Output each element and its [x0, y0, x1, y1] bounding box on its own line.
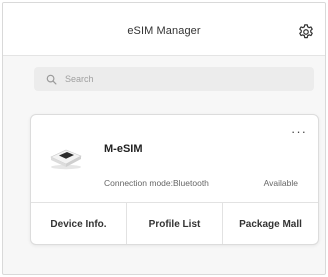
device-card[interactable]: M-eSIM ··· Connection mode:Bluetooth Ava…: [30, 114, 319, 245]
device-name: M-eSIM: [104, 143, 143, 155]
status-label: Available: [263, 178, 298, 188]
search-icon: [46, 74, 57, 84]
profile-list-button[interactable]: Profile List: [127, 203, 223, 244]
page-title: eSIM Manager: [127, 25, 201, 37]
more-options-button[interactable]: ···: [291, 125, 307, 138]
device-info-button[interactable]: Device Info.: [31, 203, 127, 244]
connection-mode: Connection mode:Bluetooth: [104, 178, 209, 188]
top-bar: eSIM Manager: [3, 3, 325, 56]
device-icon: [50, 149, 82, 170]
device-actions: Device Info. Profile List Package Mall: [31, 202, 318, 244]
app-window: eSIM Manager M-eSIM ··· Connection mode:…: [2, 2, 326, 275]
search-input[interactable]: [65, 74, 305, 84]
settings-button[interactable]: [297, 23, 315, 41]
search-bar[interactable]: [34, 67, 314, 91]
package-mall-button[interactable]: Package Mall: [223, 203, 318, 244]
gear-icon: [299, 24, 313, 39]
